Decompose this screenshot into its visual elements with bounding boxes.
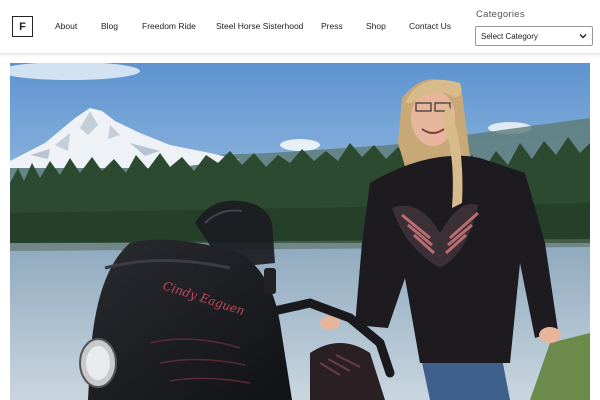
categories-title: Categories — [476, 9, 525, 20]
nav-item-shop[interactable]: Shop — [366, 20, 386, 32]
site-logo[interactable]: F — [12, 16, 33, 37]
nav-item-freedom-ride[interactable]: Freedom Ride — [142, 20, 196, 32]
nav-item-steel-horse-sisterhood[interactable]: Steel Horse Sisterhood — [216, 20, 303, 32]
hero-image: Cindy Eaguen — [10, 63, 590, 400]
category-select-value: Select Category — [481, 31, 538, 41]
hero-photo-motorcycle-rider: Cindy Eaguen — [10, 63, 590, 400]
nav-item-contact-us[interactable]: Contact Us — [409, 20, 451, 32]
cloud — [280, 139, 320, 151]
nav-item-about[interactable]: About — [55, 20, 77, 32]
nav-item-press[interactable]: Press — [321, 20, 343, 32]
nav-item-blog[interactable]: Blog — [101, 20, 118, 32]
chevron-down-icon — [579, 34, 587, 39]
category-select[interactable]: Select Category — [475, 26, 593, 46]
site-header: F About Blog Freedom Ride Steel Horse Si… — [0, 0, 600, 53]
mirror — [264, 268, 276, 294]
